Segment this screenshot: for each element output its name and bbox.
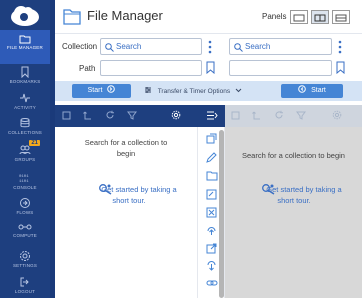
file-manager-icon <box>19 35 31 44</box>
transfer-action-bar: Start Transfer & Timer Options Start <box>55 81 362 101</box>
sidebar-item-label: Settings <box>12 263 38 268</box>
left-path-input[interactable] <box>100 60 202 76</box>
search-icon <box>105 43 114 52</box>
logout-icon <box>20 277 29 287</box>
sidebar-item-file-manager[interactable]: File Manager <box>0 30 50 64</box>
filter-icon[interactable] <box>127 111 137 120</box>
panels-label: Panels <box>262 12 287 21</box>
sidebar-item-label: Bookmarks <box>9 79 41 84</box>
new-folder-icon[interactable] <box>206 170 218 181</box>
svg-text:0101: 0101 <box>19 175 29 179</box>
bookmark-icon <box>21 66 29 78</box>
sliders-icon <box>145 87 151 93</box>
strip-toolbar <box>197 105 225 127</box>
left-bookmark-icon[interactable] <box>206 61 215 74</box>
dual-panel-button[interactable] <box>311 10 329 24</box>
search-icon <box>234 43 243 52</box>
rename-icon[interactable] <box>206 189 217 200</box>
sidebar-item-label: File Manager <box>7 45 43 50</box>
compute-icon <box>18 224 32 230</box>
sidebar-item-label: Logout <box>14 289 36 294</box>
left-tour-link[interactable]: Get started by taking a short tour. <box>79 184 179 206</box>
select-all-icon[interactable] <box>62 111 71 120</box>
settings-icon[interactable] <box>171 110 181 120</box>
flows-icon <box>20 198 30 208</box>
settings-icon[interactable] <box>332 110 342 120</box>
collections-icon <box>20 118 30 128</box>
file-manager-panel: File Manager Panels Collection Search Se… <box>55 0 362 298</box>
globus-logo[interactable] <box>10 5 40 27</box>
sidebar-item-label: Compute <box>13 233 37 238</box>
scrollbar[interactable] <box>219 130 224 298</box>
arrow-right-circle-icon <box>107 85 116 93</box>
search-placeholder: Search <box>245 42 271 51</box>
right-pane-toolbar <box>225 105 362 127</box>
left-collection-search[interactable]: Search <box>100 38 202 55</box>
title-bar: File Manager Panels <box>55 0 362 34</box>
filter-icon[interactable] <box>296 111 306 120</box>
right-tour-link[interactable]: Get started by taking a short tour. <box>246 184 342 206</box>
activity-icon <box>20 93 30 103</box>
sidebar-item-label: Console <box>13 185 37 190</box>
start-left-button[interactable]: Start <box>72 84 131 98</box>
link-icon[interactable] <box>206 279 218 287</box>
transfer-timer-options[interactable]: Transfer & Timer Options <box>144 86 242 95</box>
left-more-options-icon[interactable] <box>207 39 213 55</box>
open-external-icon[interactable] <box>206 243 217 254</box>
folder-icon <box>63 9 81 25</box>
up-folder-icon[interactable] <box>252 111 261 120</box>
left-empty-message: Search for a collection to begin <box>84 138 168 158</box>
download-icon[interactable] <box>206 261 217 272</box>
right-more-options-icon[interactable] <box>337 39 343 55</box>
console-icon: 01011101 <box>19 175 29 184</box>
edit-icon[interactable] <box>206 152 217 163</box>
chevron-down-icon <box>235 88 242 93</box>
transfer-menu-icon[interactable] <box>206 110 218 121</box>
right-collection-search[interactable]: Search <box>229 38 332 55</box>
start-right-button[interactable]: Start <box>281 84 343 98</box>
right-pane: Search for a collection to begin Get sta… <box>225 105 362 298</box>
sidebar-item-label: Groups <box>14 157 36 162</box>
arrow-left-circle-icon <box>298 85 306 93</box>
groups-badge: 21 <box>29 140 40 146</box>
upload-icon[interactable] <box>206 225 217 236</box>
sidebar-item-logout[interactable]: Logout <box>0 272 50 298</box>
left-pane-toolbar <box>55 105 197 127</box>
settings-icon <box>20 251 30 261</box>
right-empty-message: Search for a collection to begin <box>242 151 345 160</box>
single-panel-icon <box>293 14 305 22</box>
split-panel-button[interactable] <box>332 10 350 24</box>
single-panel-button[interactable] <box>290 10 308 24</box>
sidebar: File Manager Bookmarks Activity Collecti… <box>0 0 50 298</box>
sidebar-item-label: Collections <box>8 130 42 135</box>
sidebar-item-label: Flows <box>16 210 34 215</box>
up-folder-icon[interactable] <box>83 111 92 120</box>
search-placeholder: Search <box>116 42 142 51</box>
collection-label: Collection <box>62 42 98 51</box>
right-bookmark-icon[interactable] <box>336 61 345 74</box>
dual-panel-icon <box>314 14 326 22</box>
share-icon[interactable] <box>206 133 217 144</box>
split-panel-icon <box>335 14 347 22</box>
start-label: Start <box>311 87 326 94</box>
delete-icon[interactable] <box>206 207 217 218</box>
start-label: Start <box>87 87 103 94</box>
left-pane: Search for a collection to begin Get sta… <box>55 105 197 298</box>
refresh-icon[interactable] <box>274 110 284 120</box>
page-title: File Manager <box>87 8 163 23</box>
select-all-icon[interactable] <box>231 111 240 120</box>
path-label: Path <box>79 64 96 73</box>
transfer-options-label: Transfer & Timer Options <box>157 88 231 95</box>
sidebar-item-label: Activity <box>14 105 36 110</box>
right-path-input[interactable] <box>229 60 332 76</box>
refresh-icon[interactable] <box>105 110 115 120</box>
svg-text:1101: 1101 <box>19 180 29 184</box>
